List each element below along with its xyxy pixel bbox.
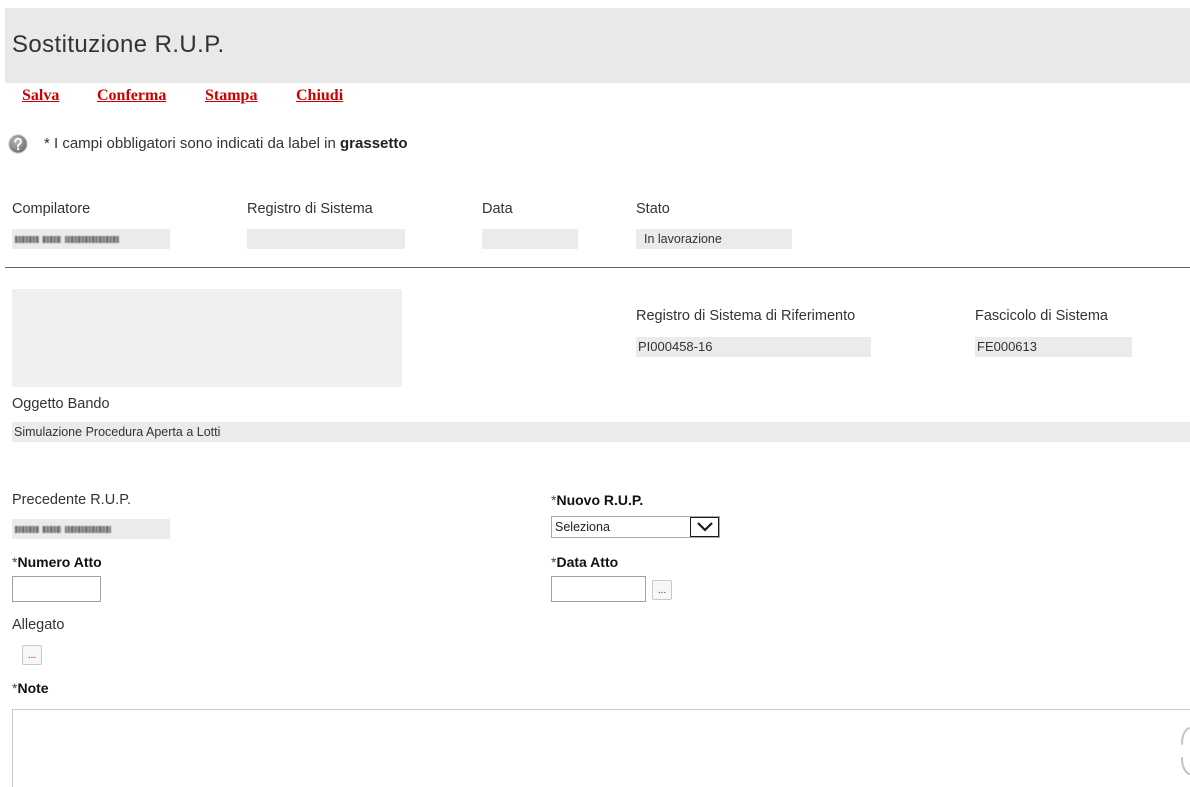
precedente-rup-label: Precedente R.U.P. [12,492,132,508]
redacted-name [15,526,111,533]
print-button[interactable]: Stampa [205,86,257,106]
help-text-bold: grassetto [340,135,408,152]
registro-value [247,229,405,249]
chevron-down-icon[interactable] [690,517,719,537]
date-picker-button[interactable]: ... [652,580,672,600]
oggetto-bando-label: Oggetto Bando [12,396,110,412]
note-textarea[interactable] [12,709,1190,787]
fascicolo-label: Fascicolo di Sistema [975,308,1108,324]
toolbar: Salva Conferma Stampa Chiudi [0,86,400,108]
attach-file-button[interactable]: ... [22,645,42,665]
data-atto-input[interactable] [551,576,646,602]
help-icon[interactable] [8,134,28,154]
nuovo-rup-select-value: Seleziona [555,520,610,534]
numero-atto-input[interactable] [12,576,101,602]
nuovo-rup-label-text: Nuovo R.U.P. [556,492,644,508]
nuovo-rup-label: *Nuovo R.U.P. [551,491,643,510]
data-atto-label: *Data Atto [551,553,618,572]
allegato-label: Allegato [12,617,65,633]
blank-panel [12,289,402,387]
help-text: * I campi obbligatori sono indicati da l… [44,135,341,152]
section-divider [5,267,1190,268]
note-label-text: Note [17,680,49,696]
save-button[interactable]: Salva [22,86,59,106]
stato-label: Stato [636,201,670,217]
page-title: Sostituzione R.U.P. [12,31,225,58]
textarea-scroll-arrows[interactable] [1176,722,1190,778]
numero-atto-label-text: Numero Atto [17,554,102,570]
page-header: Sostituzione R.U.P. [5,8,1190,83]
note-label: *Note [12,679,49,698]
precedente-rup-value [12,519,170,539]
help-row: * I campi obbligatori sono indicati da l… [0,133,520,155]
compilatore-label: Compilatore [12,201,91,217]
compilatore-value [12,229,170,249]
redacted-name [15,236,119,243]
confirm-button[interactable]: Conferma [97,86,166,106]
data-value [482,229,578,249]
oggetto-bando-value: Simulazione Procedura Aperta a Lotti [12,422,1190,442]
registro-riferimento-label: Registro di Sistema di Riferimento [636,308,856,324]
data-label: Data [482,201,513,217]
nuovo-rup-select[interactable]: Seleziona [551,516,720,538]
registro-label: Registro di Sistema [247,201,373,217]
fascicolo-value: FE000613 [975,337,1132,357]
stato-value: In lavorazione [636,229,792,249]
close-button[interactable]: Chiudi [296,86,343,106]
numero-atto-label: *Numero Atto [12,553,102,572]
data-atto-label-text: Data Atto [556,554,619,570]
registro-riferimento-value: PI000458-16 [636,337,871,357]
required-fields-note: * I campi obbligatori sono indicati da l… [44,134,408,154]
